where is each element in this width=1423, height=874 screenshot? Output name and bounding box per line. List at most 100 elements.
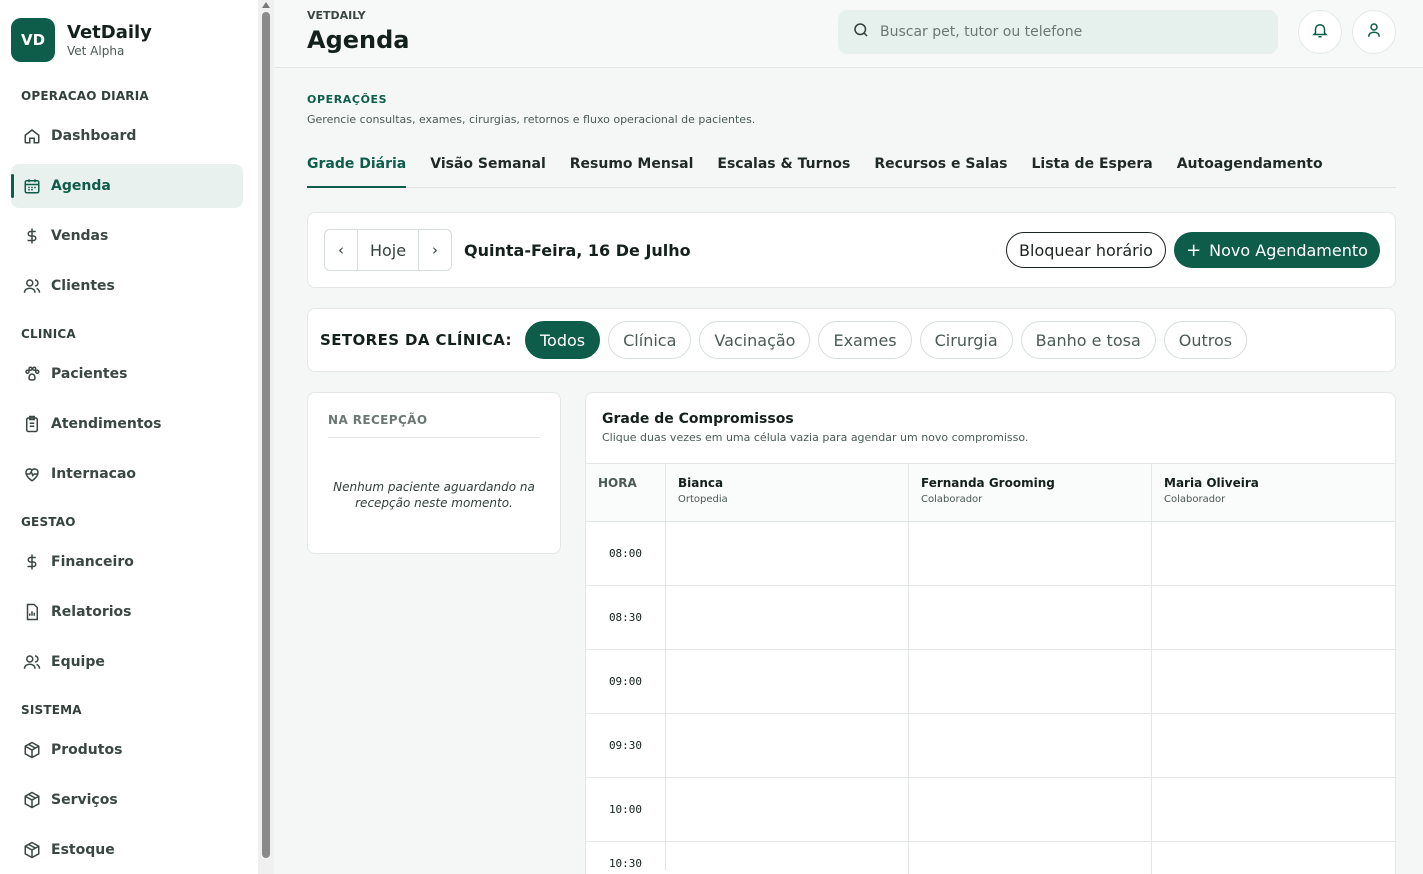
schedule-title: Grade de Compromissos	[602, 411, 794, 427]
sidebar-item-pacientes[interactable]: Pacientes	[11, 352, 243, 396]
chip-cirurgia[interactable]: Cirurgia	[919, 321, 1013, 359]
schedule-slot[interactable]	[909, 714, 1152, 777]
date-navigator: ‹ Hoje ›	[324, 229, 452, 271]
sidebar: VD VetDaily Vet Alpha OPERACAO DIARIA Da…	[0, 0, 258, 874]
sidebar-item-agenda[interactable]: Agenda	[11, 164, 243, 208]
search-icon	[852, 21, 870, 43]
tab-grade-diaria[interactable]: Grade Diária	[307, 150, 407, 188]
sidebar-item-internacao[interactable]: Internacao	[11, 452, 243, 496]
schedule-panel: Grade de Compromissos Clique duas vezes …	[585, 392, 1396, 874]
box-icon	[23, 791, 41, 809]
divider	[328, 437, 540, 438]
sidebar-item-financeiro[interactable]: Financeiro	[11, 540, 243, 584]
hour-cell: 08:30	[586, 586, 666, 649]
plus-icon: +	[1186, 239, 1202, 261]
box-icon	[23, 841, 41, 859]
sidebar-item-label: Estoque	[51, 842, 115, 858]
schedule-slot[interactable]	[666, 714, 909, 777]
notifications-button[interactable]	[1298, 10, 1342, 54]
users-icon	[23, 653, 41, 671]
chip-outros[interactable]: Outros	[1163, 321, 1248, 359]
schedule-slot[interactable]	[1152, 842, 1395, 874]
chip-todos[interactable]: Todos	[525, 321, 601, 359]
sidebar-item-estoque[interactable]: Estoque	[11, 828, 243, 872]
sidebar-item-dashboard[interactable]: Dashboard	[11, 114, 243, 158]
tab-resumo-mensal[interactable]: Resumo Mensal	[570, 150, 694, 188]
sidebar-item-equipe[interactable]: Equipe	[11, 640, 243, 684]
tab-visao-semanal[interactable]: Visão Semanal	[430, 150, 546, 188]
tab-recursos-salas[interactable]: Recursos e Salas	[874, 150, 1007, 188]
section-title-operacao: OPERACAO DIARIA	[21, 89, 149, 103]
hour-cell: 08:00	[586, 522, 666, 585]
sidebar-item-label: Vendas	[51, 228, 109, 244]
report-icon	[23, 603, 41, 621]
schedule-slot[interactable]	[909, 842, 1152, 874]
sidebar-item-vendas[interactable]: Vendas	[11, 214, 243, 258]
new-appointment-button[interactable]: + Novo Agendamento	[1174, 232, 1380, 268]
schedule-slot[interactable]	[1152, 586, 1395, 649]
sidebar-item-relatorios[interactable]: Relatorios	[11, 590, 243, 634]
sidebar-item-label: Produtos	[51, 742, 123, 758]
scrollbar-thumb[interactable]	[262, 12, 270, 858]
schedule-slot[interactable]	[666, 586, 909, 649]
chip-vacinacao[interactable]: Vacinação	[699, 321, 811, 359]
chip-clinica[interactable]: Clínica	[608, 321, 692, 359]
schedule-slot[interactable]	[1152, 650, 1395, 713]
schedule-slot[interactable]	[1152, 714, 1395, 777]
schedule-slot[interactable]	[1152, 522, 1395, 585]
hour-cell: 10:30	[586, 842, 666, 870]
next-day-button[interactable]: ›	[419, 230, 451, 270]
heart-pulse-icon	[23, 465, 41, 483]
schedule-slot[interactable]	[666, 842, 909, 874]
sector-label: SETORES DA CLÍNICA:	[320, 331, 512, 349]
sidebar-item-atendimentos[interactable]: Atendimentos	[11, 402, 243, 446]
hour-cell: 09:30	[586, 714, 666, 777]
staff-column-header: Maria Oliveira Colaborador	[1152, 464, 1395, 521]
schedule-grid: HORA Bianca Ortopedia Fernanda Grooming …	[586, 463, 1395, 874]
schedule-slot[interactable]	[909, 650, 1152, 713]
tab-lista-espera[interactable]: Lista de Espera	[1031, 150, 1152, 188]
schedule-slot[interactable]	[1152, 778, 1395, 841]
reception-empty-message: Nenhum paciente aguardando na recepção n…	[333, 480, 535, 510]
tab-autoagendamento[interactable]: Autoagendamento	[1177, 150, 1323, 188]
schedule-slot[interactable]	[909, 522, 1152, 585]
header-kicker: VETDAILY	[307, 9, 366, 22]
new-appointment-label: Novo Agendamento	[1209, 240, 1368, 260]
staff-role: Colaborador	[1164, 494, 1226, 505]
dollar-icon	[23, 227, 41, 245]
search-box[interactable]	[838, 10, 1278, 54]
schedule-row: 10:00	[586, 778, 1395, 842]
block-slot-button[interactable]: Bloquear horário	[1006, 232, 1166, 268]
paw-icon	[23, 365, 41, 383]
schedule-slot[interactable]	[909, 586, 1152, 649]
sidebar-item-label: Pacientes	[51, 366, 128, 382]
dollar-icon	[23, 553, 41, 571]
today-button[interactable]: Hoje	[357, 230, 419, 270]
chip-exames[interactable]: Exames	[818, 321, 912, 359]
tab-escalas-turnos[interactable]: Escalas & Turnos	[717, 150, 850, 188]
schedule-header-row: HORA Bianca Ortopedia Fernanda Grooming …	[586, 464, 1395, 522]
sidebar-item-servicos[interactable]: Serviços	[11, 778, 243, 822]
schedule-row: 09:00	[586, 650, 1395, 714]
search-input[interactable]	[880, 24, 1260, 40]
home-icon	[23, 127, 41, 145]
sidebar-item-label: Agenda	[51, 178, 111, 194]
topbar: VETDAILY Agenda	[274, 0, 1423, 68]
schedule-slot[interactable]	[909, 778, 1152, 841]
profile-button[interactable]	[1352, 10, 1396, 54]
brand-logo: VD	[11, 18, 55, 62]
section-title-gestao: GESTAO	[21, 515, 76, 529]
chip-banho-tosa[interactable]: Banho e tosa	[1020, 321, 1156, 359]
schedule-slot[interactable]	[666, 522, 909, 585]
sector-filter: SETORES DA CLÍNICA: Todos Clínica Vacina…	[307, 308, 1396, 372]
schedule-slot[interactable]	[666, 650, 909, 713]
sidebar-scrollbar[interactable]	[258, 0, 274, 874]
schedule-slot[interactable]	[666, 778, 909, 841]
sidebar-item-produtos[interactable]: Produtos	[11, 728, 243, 772]
scroll-up-icon[interactable]	[262, 2, 270, 8]
brand[interactable]: VD VetDaily Vet Alpha	[11, 18, 152, 62]
sidebar-item-label: Financeiro	[51, 554, 134, 570]
staff-role: Colaborador	[921, 494, 983, 505]
sidebar-item-clientes[interactable]: Clientes	[11, 264, 243, 308]
prev-day-button[interactable]: ‹	[325, 230, 357, 270]
